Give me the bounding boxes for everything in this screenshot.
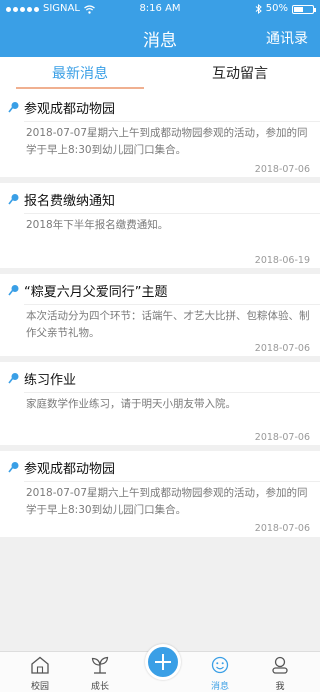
message-card[interactable]: “粽夏六月父爱同行”主题 本次活动分为四个环节：话端午、才艺大比拼、包粽体验、制… [0,274,320,356]
tab-campus[interactable]: 校园 [15,655,65,692]
message-body: 本次活动分为四个环节：话端午、才艺大比拼、包粽体验、制作父亲节礼物。 [26,310,310,339]
smile-icon [211,656,229,674]
message-tabs: 最新消息 互动留言 [0,57,320,92]
message-body: 2018-07-07星期六上午到成都动物园参观的活动，参加的同学于早上8:30到… [26,127,308,156]
sprout-icon [91,656,109,674]
app-header: SIGNAL 8:16 AM 50% 消息 通讯录 [0,0,320,57]
tab-growth[interactable]: 成长 [75,655,125,692]
tab-messages-label: 消息 [210,682,229,692]
message-card[interactable]: 参观成都动物园 2018-07-07星期六上午到成都动物园参观的活动，参加的同学… [0,91,320,177]
pushpin-icon [8,102,19,113]
message-date: 2018-07-06 [254,343,310,354]
message-body: 2018-07-07星期六上午到成都动物园参观的活动，参加的同学于早上8:30到… [26,487,308,516]
profile-icon [272,656,288,674]
tab-interactive-comments[interactable]: 互动留言 [160,57,320,91]
message-date: 2018-07-06 [254,164,310,175]
message-title: 参观成都动物园 [24,461,116,477]
battery-icon [292,4,316,14]
plus-icon[interactable] [145,644,181,680]
message-card[interactable]: 报名费缴纳通知 2018年下半年报名缴费通知。 2018-06-19 [0,183,320,268]
tab-latest-messages[interactable]: 最新消息 [0,57,160,91]
status-bar: SIGNAL 8:16 AM 50% [0,0,320,18]
tab-me-label: 我 [275,682,285,692]
message-title: 练习作业 [24,372,77,388]
tab-me[interactable]: 我 [255,655,305,692]
house-icon [31,656,49,674]
message-title: 报名费缴纳通知 [24,193,116,209]
bluetooth-icon [255,4,262,14]
contacts-button[interactable]: 通讯录 [266,28,308,48]
pushpin-icon [8,285,19,296]
tab-messages[interactable]: 消息 [195,655,245,692]
message-date: 2018-06-19 [254,255,310,266]
message-title: “粽夏六月父爱同行”主题 [24,284,168,300]
message-card[interactable]: 练习作业 家庭数学作业练习，请于明天小朋友带入院。 2018-07-06 [0,362,320,445]
bottom-tab-bar: 校园 成长 消息 我 [0,644,320,692]
pushpin-icon [8,194,19,205]
message-date: 2018-07-06 [254,432,310,443]
tab-campus-label: 校园 [30,682,49,692]
pushpin-icon [8,373,19,384]
pushpin-icon [8,462,19,473]
tab-growth-label: 成长 [90,682,109,692]
message-body: 2018年下半年报名缴费通知。 [26,219,169,231]
message-date: 2018-07-06 [254,523,310,534]
message-card[interactable]: 参观成都动物园 2018-07-07星期六上午到成都动物园参观的活动，参加的同学… [0,451,320,537]
active-tab-indicator [16,87,144,89]
message-body: 家庭数学作业练习，请于明天小朋友带入院。 [26,398,236,410]
battery-percent: 50% [265,3,288,14]
message-title: 参观成都动物园 [24,101,116,117]
